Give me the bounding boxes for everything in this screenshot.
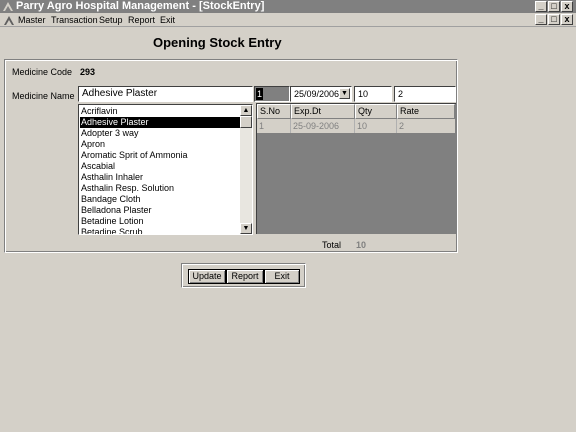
medicine-name-field[interactable]: Adhesive Plaster — [78, 86, 253, 102]
child-restore-button[interactable]: □ — [548, 14, 560, 25]
list-item[interactable]: Ascabial — [80, 161, 240, 172]
medicine-list[interactable]: Acriflavin Adhesive Plaster Adopter 3 wa… — [78, 104, 253, 235]
list-item-selected[interactable]: Adhesive Plaster — [80, 117, 240, 128]
serial-number-value: 1 — [256, 88, 264, 100]
list-item[interactable]: Asthalin Inhaler — [80, 172, 240, 183]
list-item[interactable]: Acriflavin — [80, 106, 240, 117]
window-title: Parry Agro Hospital Management - [StockE… — [16, 0, 265, 12]
chevron-down-icon[interactable]: ▼ — [339, 88, 350, 99]
stock-grid[interactable]: S.No Exp.Dt Qty Rate 1 25-09-2006 10 2 — [256, 103, 456, 234]
grid-header-qty[interactable]: Qty — [355, 104, 397, 119]
scroll-down-icon[interactable]: ▼ — [240, 223, 252, 234]
medicine-code-label: Medicine Code — [12, 67, 73, 77]
grid-cell-rate[interactable]: 2 — [397, 119, 455, 133]
child-close-button[interactable]: x — [561, 14, 573, 25]
total-value: 10 — [356, 240, 367, 250]
exit-button[interactable]: Exit — [264, 269, 300, 284]
menu-exit[interactable]: Exit — [160, 14, 175, 26]
close-button[interactable]: x — [561, 1, 573, 12]
rate-field[interactable]: 2 — [394, 86, 456, 102]
menu-report[interactable]: Report — [128, 14, 155, 26]
parry-agro-logo-icon — [3, 2, 13, 11]
total-label: Total — [322, 240, 342, 250]
grid-cell-expdt[interactable]: 25-09-2006 — [291, 119, 355, 133]
list-scrollbar[interactable]: ▲ ▼ — [240, 105, 252, 234]
list-item[interactable]: Asthalin Resp. Solution — [80, 183, 240, 194]
restore-button[interactable]: □ — [548, 1, 560, 12]
action-button-bar: Update Report Exit — [181, 263, 306, 288]
grid-header-rate[interactable]: Rate — [397, 104, 455, 119]
list-item[interactable]: Betadine Lotion — [80, 216, 240, 227]
list-item[interactable]: Belladona Plaster — [80, 205, 240, 216]
expiry-date-picker[interactable]: 25/09/2006 ▼ — [290, 86, 352, 102]
medicine-code-value: 293 — [80, 67, 96, 77]
update-button[interactable]: Update — [188, 269, 226, 284]
scroll-thumb[interactable] — [240, 116, 252, 128]
list-item[interactable]: Bandage Cloth — [80, 194, 240, 205]
grid-header-sno[interactable]: S.No — [257, 104, 291, 119]
serial-number-field[interactable]: 1 — [254, 86, 290, 102]
list-item[interactable]: Adopter 3 way — [80, 128, 240, 139]
grid-cell-qty[interactable]: 10 — [355, 119, 397, 133]
page-title: Opening Stock Entry — [153, 35, 282, 50]
list-item[interactable]: Aromatic Sprit of Ammonia — [80, 150, 240, 161]
expiry-date-value: 25/09/2006 — [294, 89, 340, 99]
window-title-bar: Parry Agro Hospital Management - [StockE… — [0, 0, 576, 13]
menu-bar: Master Transaction Setup Report Exit _ □… — [0, 13, 576, 27]
grid-header-expdt[interactable]: Exp.Dt — [291, 104, 355, 119]
list-item[interactable]: Apron — [80, 139, 240, 150]
menu-master[interactable]: Master — [18, 14, 46, 26]
child-minimize-button[interactable]: _ — [535, 14, 547, 25]
mdi-child-icon[interactable] — [3, 14, 15, 26]
medicine-name-label: Medicine Name — [12, 91, 75, 101]
menu-setup[interactable]: Setup — [99, 14, 123, 26]
quantity-field[interactable]: 10 — [354, 86, 392, 102]
grid-cell-sno[interactable]: 1 — [257, 119, 291, 133]
table-row[interactable]: 1 25-09-2006 10 2 — [257, 119, 455, 133]
list-item[interactable]: Betadine Scrub — [80, 227, 240, 234]
scroll-up-icon[interactable]: ▲ — [240, 105, 252, 116]
report-button[interactable]: Report — [226, 269, 264, 284]
menu-transaction[interactable]: Transaction — [51, 14, 98, 26]
minimize-button[interactable]: _ — [535, 1, 547, 12]
